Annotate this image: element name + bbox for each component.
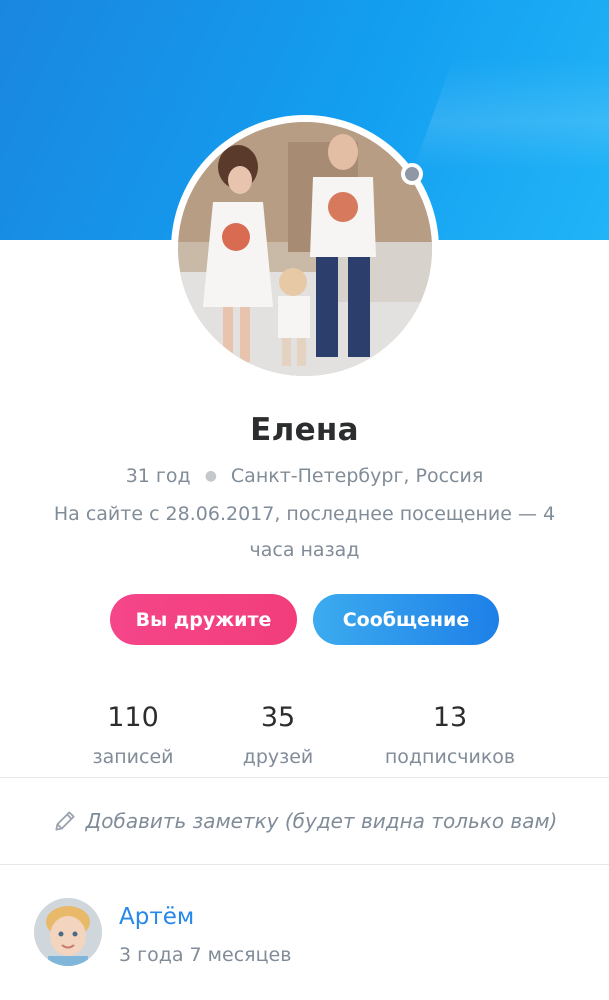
pencil-icon xyxy=(55,811,75,831)
profile-age: 31 год xyxy=(125,465,191,487)
separator-dot: ● xyxy=(204,468,217,484)
profile-name: Елена xyxy=(250,412,359,448)
friends-button[interactable]: Вы дружите xyxy=(110,594,297,645)
stat-followers-value: 13 xyxy=(432,702,468,733)
add-note-button[interactable]: Добавить заметку (будет видна только вам… xyxy=(0,808,609,834)
stat-followers[interactable]: 13 подписчиков xyxy=(360,700,540,768)
profile-last-seen: На сайте с 28.06.2017, последнее посещен… xyxy=(53,503,556,561)
stat-friends-value: 35 xyxy=(260,702,296,733)
family-photo-image xyxy=(178,122,432,376)
divider xyxy=(0,777,609,778)
message-button[interactable]: Сообщение xyxy=(313,594,499,645)
profile-location[interactable]: Санкт-Петербург, Россия xyxy=(231,465,483,487)
child-photo-image xyxy=(34,898,102,966)
offline-dot-icon xyxy=(401,163,423,185)
stat-friends[interactable]: 35 друзей xyxy=(188,700,368,768)
avatar-photo xyxy=(178,122,432,376)
child-avatar[interactable] xyxy=(34,898,102,966)
stat-friends-label: друзей xyxy=(242,746,314,768)
child-item[interactable]: Артём 3 года 7 месяцев xyxy=(34,898,594,968)
cover-highlight xyxy=(411,0,609,240)
child-name-link[interactable]: Артём xyxy=(119,904,194,930)
add-note-label: Добавить заметку (будет видна только вам… xyxy=(85,809,558,833)
child-age: 3 года 7 месяцев xyxy=(119,944,292,966)
stat-followers-label: подписчиков xyxy=(384,746,516,768)
profile-avatar[interactable] xyxy=(171,115,439,383)
profile-meta: 31 год ● Санкт-Петербург, Россия xyxy=(0,465,609,487)
divider xyxy=(0,864,609,865)
